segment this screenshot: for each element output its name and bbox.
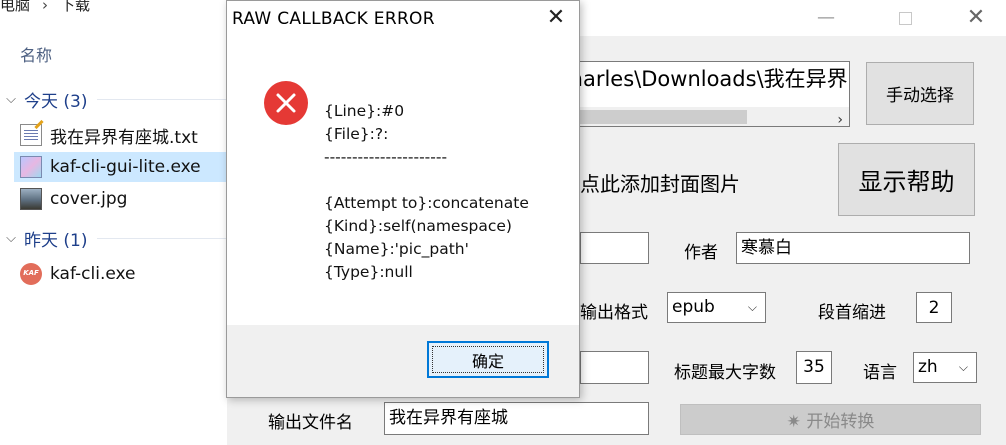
manual-select-button[interactable]: 手动选择 (866, 62, 974, 125)
file-item-gui-exe[interactable]: kaf-cli-gui-lite.exe (14, 152, 227, 182)
dialog-footer: 确定 (227, 325, 579, 397)
output-filename-field[interactable]: 我在异界有座城 (384, 402, 649, 435)
ok-button[interactable]: 确定 (427, 341, 549, 378)
chevron-down-icon: ⌵ (958, 360, 968, 374)
file-name: kaf-cli.exe (50, 264, 136, 284)
maximize-icon (898, 12, 912, 25)
maximize-button[interactable] (885, 5, 925, 31)
title-max-chars-label: 标题最大字数 (674, 363, 776, 383)
breadcrumb-item-downloads[interactable]: 下载 (60, 0, 90, 14)
exe-file-icon (20, 156, 42, 178)
chevron-down-icon: ⌵ (6, 91, 16, 107)
text-file-icon (20, 124, 42, 146)
output-format-value: epub (672, 297, 715, 317)
output-format-label: 输出格式 (580, 303, 648, 323)
file-explorer: 电脑 › 下载 名称 ⌵ 今天 (3) 我在异界有座城.txt kaf-cli-gu… (0, 0, 227, 445)
language-select[interactable]: zh ⌵ (913, 352, 977, 383)
language-value: zh (918, 357, 938, 377)
author-label: 作者 (684, 243, 718, 263)
breadcrumb-item-pc[interactable]: 电脑 (0, 0, 30, 14)
chevron-down-icon: ⌵ (6, 230, 16, 246)
title-field[interactable] (580, 232, 649, 264)
cover-image-hint[interactable]: 点此添加封面图片 (580, 168, 740, 197)
file-item-kaf-cli[interactable]: kaf-cli.exe (14, 259, 227, 289)
message-separator: ---------------------- (324, 148, 448, 166)
kaf-cli-app-icon (20, 263, 42, 285)
file-name: 我在异界有座城.txt (50, 127, 198, 148)
message-line: {Attempt to}:concatenate (324, 194, 529, 212)
group-header-yesterday[interactable]: ⌵ 昨天 (1) (0, 224, 227, 252)
group-label: 今天 (3) (24, 91, 88, 112)
group-header-today[interactable]: ⌵ 今天 (3) (0, 85, 227, 113)
title-max-chars-field[interactable]: 35 (796, 351, 832, 384)
breadcrumb: 电脑 › 下载 (0, 0, 90, 14)
indent-field[interactable]: 2 (916, 292, 952, 323)
horizontal-scrollbar[interactable]: › (561, 105, 849, 126)
author-field[interactable]: 寒慕白 (736, 232, 970, 264)
error-dialog: RAW CALLBACK ERROR ✕ {Line}:#0 {File}:?:… (226, 0, 580, 398)
file-path-field[interactable]: Charles\Downloads\我在异界 › (560, 61, 850, 127)
group-label: 昨天 (1) (24, 230, 88, 251)
indent-label: 段首缩进 (818, 303, 886, 323)
error-icon (264, 81, 308, 125)
message-line: {File}:?: (324, 125, 389, 143)
start-convert-button[interactable]: ✷ 开始转换 (680, 404, 981, 435)
close-icon[interactable]: ✕ (543, 5, 569, 31)
output-filename-label: 输出文件名 (268, 413, 353, 433)
minimize-button[interactable]: — (806, 5, 846, 31)
misc-field[interactable] (580, 351, 649, 384)
close-button[interactable]: ✕ (956, 5, 996, 31)
image-file-icon (20, 188, 42, 210)
file-item-cover[interactable]: cover.jpg (14, 184, 227, 214)
focus-ring (432, 346, 544, 373)
message-line: {Kind}:self(namespace) (324, 217, 512, 235)
file-name: kaf-cli-gui-lite.exe (50, 157, 201, 177)
column-header-name[interactable]: 名称 (20, 42, 52, 66)
language-label: 语言 (863, 363, 897, 383)
chevron-right-icon: › (42, 0, 49, 14)
message-line: {Name}:'pic_path' (324, 240, 469, 258)
file-path-value: Charles\Downloads\我在异界 (560, 67, 848, 91)
scrollbar-thumb[interactable] (561, 110, 747, 124)
group-divider (97, 237, 227, 239)
chevron-down-icon: ⌵ (747, 300, 757, 314)
message-line: {Line}:#0 (324, 102, 405, 120)
show-help-button[interactable]: 显示帮助 (838, 143, 975, 216)
chevron-right-icon[interactable]: › (837, 105, 843, 126)
message-line: {Type}:null (324, 263, 413, 281)
file-name: cover.jpg (50, 189, 128, 209)
output-format-select[interactable]: epub ⌵ (667, 292, 766, 323)
file-item-txt[interactable]: 我在异界有座城.txt (14, 120, 227, 150)
dialog-title: RAW CALLBACK ERROR (232, 9, 435, 29)
error-message: {Line}:#0 {File}:?: --------------------… (324, 100, 529, 284)
group-divider (97, 98, 227, 100)
